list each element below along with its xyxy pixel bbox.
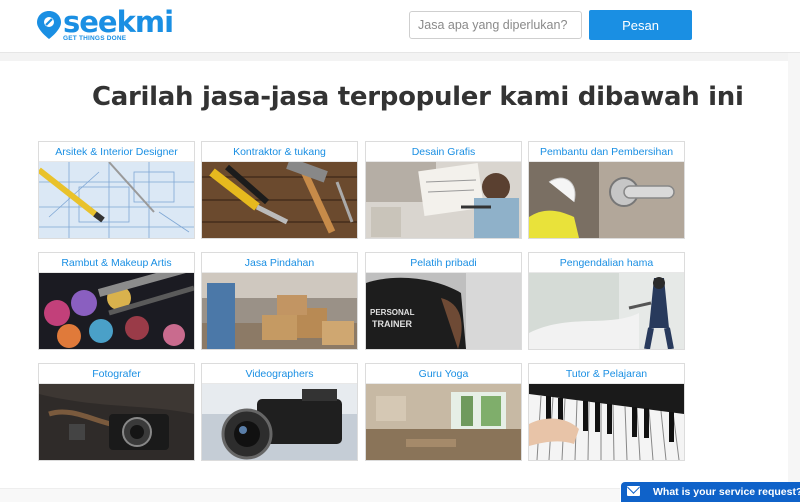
site-header: seekmi GET THINGS DONE Pesan bbox=[0, 0, 800, 53]
category-label[interactable]: Jasa Pindahan bbox=[202, 253, 357, 273]
page-title: Carilah jasa-jasa terpopuler kami dibawa… bbox=[92, 82, 744, 112]
category-label[interactable]: Fotografer bbox=[39, 364, 194, 384]
category-card-guru-yoga[interactable]: Guru Yoga bbox=[365, 363, 522, 461]
seekmi-logo[interactable]: seekmi GET THINGS DONE bbox=[36, 5, 174, 44]
designer-desk-image bbox=[366, 162, 521, 238]
category-card-pengendalian-hama[interactable]: Pengendalian hama bbox=[528, 252, 685, 350]
envelope-icon bbox=[627, 486, 640, 496]
makeup-palette-image bbox=[39, 273, 194, 349]
category-card-jasa-pindahan[interactable]: Jasa Pindahan bbox=[201, 252, 358, 350]
category-label[interactable]: Pembantu dan Pembersihan bbox=[529, 142, 684, 162]
header-divider bbox=[0, 53, 800, 61]
chat-label: What is your service request? bbox=[653, 486, 800, 498]
page-edge bbox=[788, 53, 800, 502]
category-label[interactable]: Pengendalian hama bbox=[529, 253, 684, 273]
personal-trainer-image: PERSONAL TRAINER bbox=[366, 273, 521, 349]
category-label[interactable]: Guru Yoga bbox=[366, 364, 521, 384]
logo-tagline: GET THINGS DONE bbox=[63, 35, 127, 42]
service-request-chat-button[interactable]: What is your service request? bbox=[621, 482, 800, 502]
pest-control-image bbox=[529, 273, 684, 349]
category-card-rambut-makeup[interactable]: Rambut & Makeup Artis bbox=[38, 252, 195, 350]
category-card-pelatih-pribadi[interactable]: Pelatih pribadi PERSONAL TRAINER bbox=[365, 252, 522, 350]
category-card-fotografer[interactable]: Fotografer bbox=[38, 363, 195, 461]
category-label[interactable]: Pelatih pribadi bbox=[366, 253, 521, 273]
category-label[interactable]: Rambut & Makeup Artis bbox=[39, 253, 194, 273]
category-card-tutor[interactable]: Tutor & Pelajaran bbox=[528, 363, 685, 461]
logo-wordmark: seekmi bbox=[63, 5, 174, 39]
page-footer-edge bbox=[0, 488, 620, 502]
moving-boxes-image bbox=[202, 273, 357, 349]
category-label[interactable]: Kontraktor & tukang bbox=[202, 142, 357, 162]
category-card-arsitek[interactable]: Arsitek & Interior Designer bbox=[38, 141, 195, 239]
location-pin-icon bbox=[37, 11, 61, 39]
category-card-pembantu[interactable]: Pembantu dan Pembersihan bbox=[528, 141, 685, 239]
piano-image bbox=[529, 384, 684, 460]
category-label[interactable]: Desain Grafis bbox=[366, 142, 521, 162]
yoga-room-image bbox=[366, 384, 521, 460]
category-label[interactable]: Videographers bbox=[202, 364, 357, 384]
svg-text:PERSONAL: PERSONAL bbox=[370, 308, 415, 317]
camera-image bbox=[39, 384, 194, 460]
video-camera-image bbox=[202, 384, 357, 460]
category-card-videographers[interactable]: Videographers bbox=[201, 363, 358, 461]
category-label[interactable]: Tutor & Pelajaran bbox=[529, 364, 684, 384]
category-card-kontraktor[interactable]: Kontraktor & tukang bbox=[201, 141, 358, 239]
search-input[interactable] bbox=[409, 11, 582, 39]
category-label[interactable]: Arsitek & Interior Designer bbox=[39, 142, 194, 162]
blueprint-image bbox=[39, 162, 194, 238]
tools-image bbox=[202, 162, 357, 238]
category-card-desain-grafis[interactable]: Desain Grafis bbox=[365, 141, 522, 239]
cleaning-image bbox=[529, 162, 684, 238]
pesan-button[interactable]: Pesan bbox=[589, 10, 692, 40]
svg-text:TRAINER: TRAINER bbox=[372, 319, 412, 329]
